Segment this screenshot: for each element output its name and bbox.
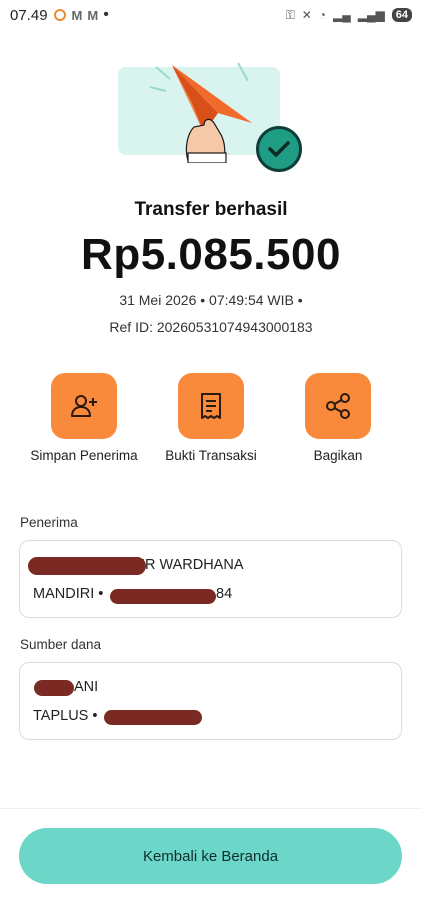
recipient-card: NUR WARDHANA MANDIRI • 84	[19, 540, 402, 618]
recipient-section-label: Penerima	[20, 515, 78, 530]
status-time: 07.49	[10, 6, 48, 24]
recipient-account-suffix: 84	[216, 586, 233, 602]
wifi-icon: ◔	[318, 8, 327, 22]
reference-id: Ref ID: 20260531074943000183	[109, 319, 313, 335]
recipient-name-redaction	[28, 557, 146, 575]
source-card: ANI TAPLUS •	[19, 662, 402, 740]
source-account-redaction	[104, 710, 202, 725]
share-button[interactable]	[305, 373, 371, 439]
gmail-icon-2: M	[87, 7, 98, 23]
receipt-label: Bukti Transaksi	[165, 448, 257, 463]
receipt-icon	[201, 393, 221, 419]
receipt-button[interactable]	[178, 373, 244, 439]
recipient-account-redaction	[110, 589, 216, 604]
signal-icon: ▂▄	[333, 8, 351, 22]
source-name: ANI	[74, 679, 99, 695]
status-bar: 07.49 M M • ⚿ ✕ ◔ ▂▄ ▂▄▆ 64	[0, 0, 422, 30]
save-recipient-label: Simpan Penerima	[30, 448, 138, 463]
status-bar-right: ⚿ ✕ ◔ ▂▄ ▂▄▆ 64	[286, 8, 412, 23]
more-notifications-icon: •	[103, 6, 109, 23]
status-bar-left: 07.49 M M •	[10, 6, 109, 24]
mute-icon: ✕	[301, 8, 312, 22]
signal-icon-2: ▂▄▆	[357, 8, 385, 22]
battery-icon: 64	[391, 8, 412, 22]
transaction-datetime: 31 Mei 2026 • 07:49:54 WIB •	[119, 292, 303, 308]
paper-plane-hand-icon	[149, 62, 252, 163]
back-to-home-button[interactable]: Kembali ke Beranda	[19, 828, 402, 884]
receipt-action[interactable]: Bukti Transaksi	[151, 373, 271, 464]
success-illustration	[108, 55, 308, 175]
gmail-icon: M	[71, 7, 83, 23]
key-icon: ⚿	[285, 7, 295, 22]
share-label: Bagikan	[313, 448, 363, 463]
add-user-icon	[71, 395, 97, 417]
save-recipient-button[interactable]	[51, 373, 117, 439]
source-section-label: Sumber dana	[20, 637, 102, 652]
share-icon	[326, 393, 350, 419]
save-recipient-action[interactable]: Simpan Penerima	[24, 373, 144, 464]
transfer-amount: Rp5.085.500	[81, 230, 341, 279]
notification-ring-icon	[53, 9, 66, 21]
result-title: Transfer berhasil	[134, 199, 288, 220]
share-action[interactable]: Bagikan	[278, 373, 398, 464]
recipient-bank: MANDIRI •	[33, 586, 104, 602]
source-account-type: TAPLUS •	[33, 708, 98, 724]
success-check-icon	[256, 126, 302, 172]
source-name-redaction	[34, 680, 74, 696]
